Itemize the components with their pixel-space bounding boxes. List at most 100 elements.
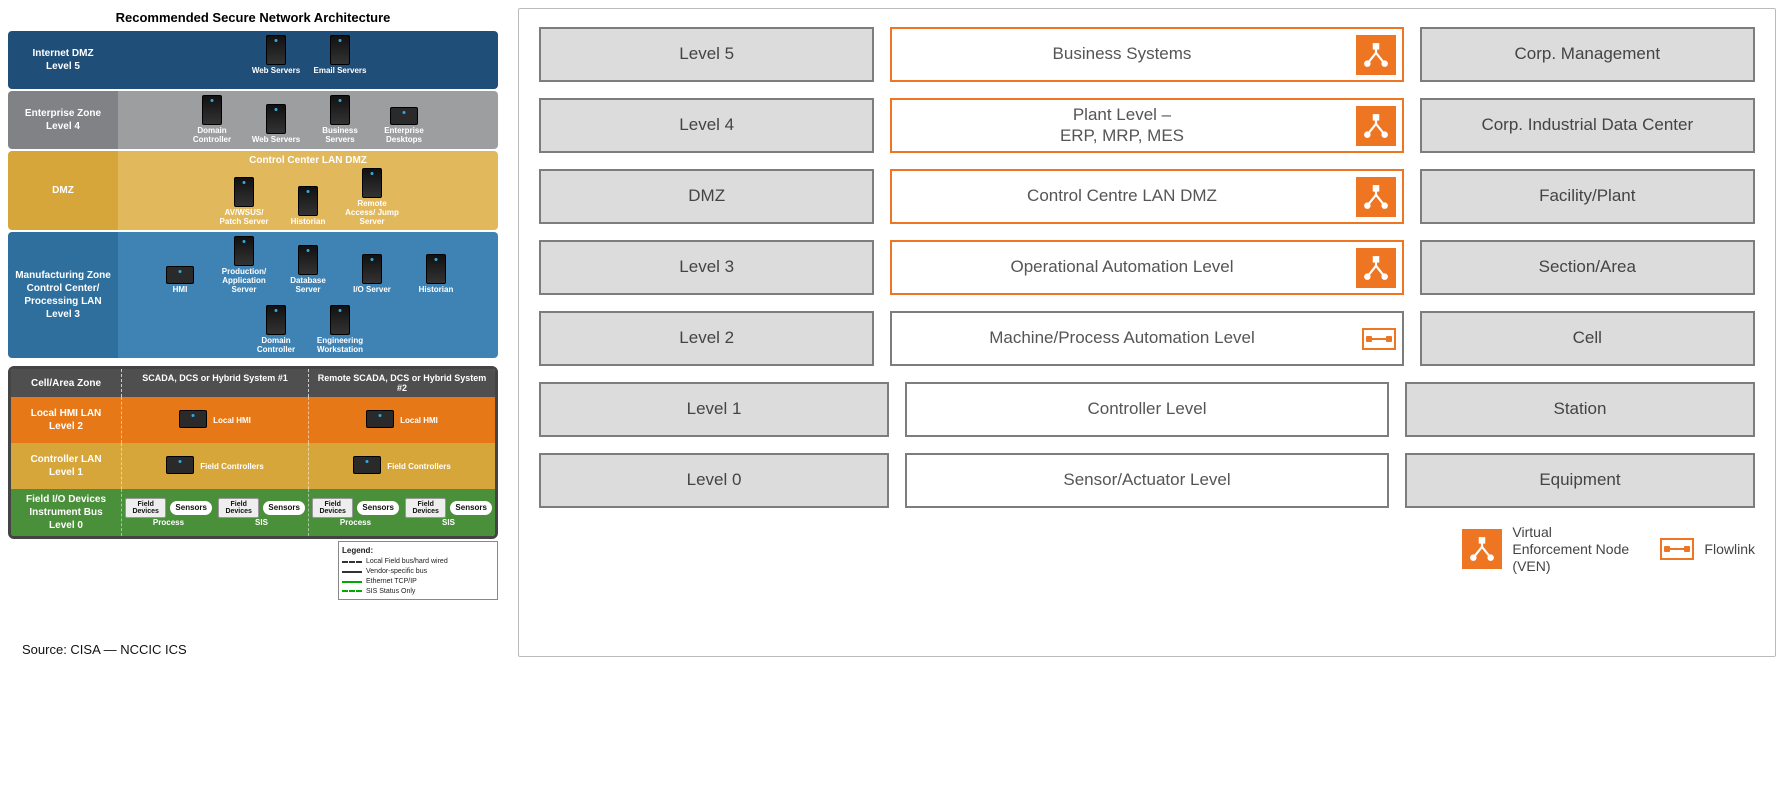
zone-body: Web ServersEmail Servers: [118, 31, 498, 89]
zone-body: Domain ControllerWeb ServersBusiness Ser…: [118, 91, 498, 149]
subzone-half: Field Controllers: [308, 443, 495, 489]
device: AV/WSUS/ Patch Server: [217, 177, 271, 227]
server-icon: [266, 35, 286, 65]
mid-cell: Operational Automation Level: [890, 240, 1403, 295]
server-icon: [390, 107, 418, 125]
mid-cell: Control Centre LAN DMZ: [890, 169, 1403, 224]
device: Web Servers: [249, 104, 303, 145]
level-cell: Level 5: [539, 27, 874, 82]
device: I/O Server: [345, 254, 399, 295]
level-cell: Level 3: [539, 240, 874, 295]
server-icon: [330, 305, 350, 335]
right-table: Level 5Business SystemsCorp. ManagementL…: [518, 8, 1776, 657]
zone-body: Control Center LAN DMZ AV/WSUS/ Patch Ser…: [118, 151, 498, 230]
server-icon: [426, 254, 446, 284]
level-cell: Level 4: [539, 98, 874, 153]
device: Web Servers: [249, 35, 303, 76]
flowlink-icon: [1362, 328, 1396, 350]
source-note: Source: CISA — NCCIC ICS: [22, 642, 498, 657]
level-row: DMZ Control Centre LAN DMZ Facility/Plant: [539, 169, 1755, 224]
level-row: Level 5 Business Systems Corp. Management: [539, 27, 1755, 82]
device: Domain Controller: [185, 95, 239, 145]
mid-cell: Controller Level: [905, 382, 1389, 437]
level-cell: Level 0: [539, 453, 889, 508]
device: Historian: [281, 186, 335, 227]
server-icon: [330, 95, 350, 125]
subzone-label: Field I/O DevicesInstrument BusLevel 0: [11, 489, 121, 536]
server-icon: [166, 266, 194, 284]
left-legend: Legend: Local Field bus/hard wired Vendo…: [338, 541, 498, 600]
server-icon: [298, 186, 318, 216]
right-cell: Section/Area: [1420, 240, 1755, 295]
zone-subtitle: Control Center LAN DMZ: [124, 155, 492, 166]
server-icon: [202, 95, 222, 125]
level-row: Level 1 Controller Level Station: [539, 382, 1755, 437]
subzone-row: Local HMI LANLevel 2Local HMILocal HMI: [11, 397, 495, 443]
left-diagram: Recommended Secure Network Architecture …: [8, 8, 498, 657]
right-cell: Facility/Plant: [1420, 169, 1755, 224]
mid-cell: Plant Level –ERP, MRP, MES: [890, 98, 1403, 153]
right-cell: Corp. Management: [1420, 27, 1755, 82]
server-icon: [266, 305, 286, 335]
mid-cell: Machine/Process Automation Level: [890, 311, 1403, 366]
device: Engineering Workstation: [313, 305, 367, 355]
server-icon: [266, 104, 286, 134]
server-icon: [234, 236, 254, 266]
zone-row: DMZ Control Center LAN DMZ AV/WSUS/ Patch …: [8, 151, 498, 230]
device: Historian: [409, 254, 463, 295]
level-row: Level 3 Operational Automation Level Secti…: [539, 240, 1755, 295]
level-row: Level 2 Machine/Process Automation Level C…: [539, 311, 1755, 366]
cell-area-label: Cell/Area Zone: [11, 369, 121, 397]
device: Domain Controller: [249, 305, 303, 355]
right-legend: Virtual Enforcement Node (VEN) Flowlink: [539, 524, 1755, 574]
server-icon: [298, 245, 318, 275]
level-row: Level 0 Sensor/Actuator Level Equipment: [539, 453, 1755, 508]
subzone-row: Field I/O DevicesInstrument BusLevel 0Fi…: [11, 489, 495, 536]
device: Production/ Application Server: [217, 236, 271, 294]
mid-cell: Business Systems: [890, 27, 1403, 82]
subzone-half: Field Controllers: [121, 443, 308, 489]
ven-icon: [1356, 177, 1396, 217]
zone-row: Enterprise ZoneLevel 4Domain ControllerW…: [8, 91, 498, 149]
zone-label: Internet DMZLevel 5: [8, 31, 118, 89]
zone-body: HMI Production/ Application ServerDatabas…: [118, 232, 498, 358]
mid-cell: Sensor/Actuator Level: [905, 453, 1389, 508]
system-b-label: Remote SCADA, DCS or Hybrid System #2: [308, 369, 495, 397]
ven-icon: [1462, 529, 1502, 569]
level-cell: DMZ: [539, 169, 874, 224]
subzone-half: Local HMI: [121, 397, 308, 443]
right-cell: Equipment: [1405, 453, 1755, 508]
device: HMI: [153, 266, 207, 295]
server-icon: [234, 177, 254, 207]
server-icon: [330, 35, 350, 65]
subzone-label: Local HMI LANLevel 2: [11, 397, 121, 443]
right-cell: Cell: [1420, 311, 1755, 366]
right-cell: Station: [1405, 382, 1755, 437]
level-cell: Level 2: [539, 311, 874, 366]
left-title: Recommended Secure Network Architecture: [8, 10, 498, 25]
right-cell: Corp. Industrial Data Center: [1420, 98, 1755, 153]
subzone-row: Controller LANLevel 1Field ControllersFi…: [11, 443, 495, 489]
zone-label: Enterprise ZoneLevel 4: [8, 91, 118, 149]
device: Remote Access/ Jump Server: [345, 168, 399, 226]
device: Email Servers: [313, 35, 367, 76]
cell-area-zone: Cell/Area Zone SCADA, DCS or Hybrid Syst…: [8, 366, 498, 539]
server-icon: [362, 254, 382, 284]
device: Database Server: [281, 245, 335, 295]
server-icon: [362, 168, 382, 198]
level-cell: Level 1: [539, 382, 889, 437]
subzone-half: Field DevicesSensorsProcessField Devices…: [308, 489, 495, 536]
system-a-label: SCADA, DCS or Hybrid System #1: [121, 369, 308, 397]
ven-icon: [1356, 35, 1396, 75]
subzone-label: Controller LANLevel 1: [11, 443, 121, 489]
ven-icon: [1356, 248, 1396, 288]
zone-row: Manufacturing ZoneControl Center/ Proces…: [8, 232, 498, 358]
subzone-half: Field DevicesSensorsProcessField Devices…: [121, 489, 308, 536]
subzone-half: Local HMI: [308, 397, 495, 443]
zone-row: Internet DMZLevel 5Web ServersEmail Serv…: [8, 31, 498, 89]
device: Enterprise Desktops: [377, 107, 431, 145]
ven-icon: [1356, 106, 1396, 146]
zone-label: DMZ: [8, 151, 118, 230]
flowlink-icon: [1660, 538, 1694, 560]
level-row: Level 4 Plant Level –ERP, MRP, MES Corp. I…: [539, 98, 1755, 153]
